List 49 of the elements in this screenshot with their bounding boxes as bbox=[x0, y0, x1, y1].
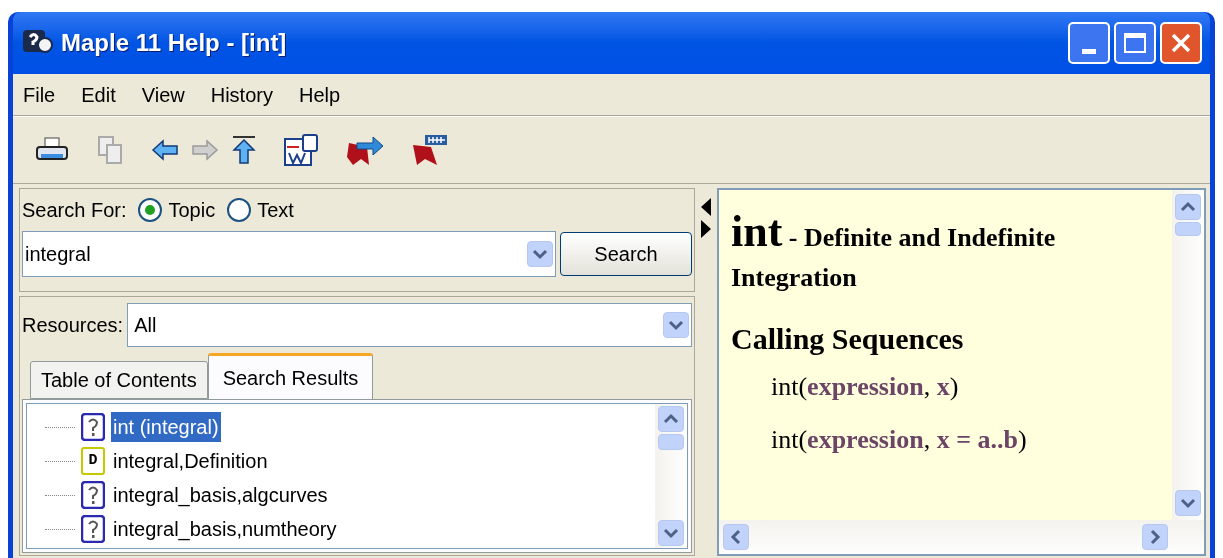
close-icon bbox=[1169, 31, 1193, 55]
dropdown-chevron-icon[interactable] bbox=[663, 312, 689, 338]
result-item[interactable]: integral_basis,numtheory bbox=[111, 514, 339, 544]
help-topic-icon bbox=[81, 515, 105, 543]
calling-sequence: int(expression, x) bbox=[770, 371, 960, 403]
search-combo-field[interactable]: integral bbox=[22, 231, 556, 277]
dropdown-chevron-icon[interactable] bbox=[527, 241, 553, 267]
help-topic-icon bbox=[81, 413, 105, 441]
scroll-up-icon[interactable] bbox=[1175, 194, 1201, 220]
menu-item[interactable]: History bbox=[210, 79, 273, 110]
back-arrow-icon[interactable] bbox=[151, 139, 179, 161]
maximize-button[interactable] bbox=[1114, 22, 1156, 64]
tab[interactable]: Search Results bbox=[207, 353, 374, 399]
export-arrow-icon[interactable] bbox=[345, 133, 385, 167]
up-arrow-icon[interactable] bbox=[231, 135, 257, 165]
menu-item[interactable]: Help bbox=[298, 79, 341, 110]
section-heading: Calling Sequences bbox=[731, 321, 965, 357]
help-topic-icon bbox=[81, 481, 105, 509]
menu-item[interactable]: View bbox=[141, 79, 185, 110]
definition-badge: D bbox=[81, 447, 105, 475]
scroll-up-icon[interactable] bbox=[658, 406, 684, 432]
vertical-scrollbar[interactable] bbox=[1172, 190, 1204, 520]
close-button[interactable] bbox=[1160, 22, 1202, 64]
table-export-icon[interactable] bbox=[411, 133, 449, 167]
topic-heading: int- Definite and Indefinite Integration bbox=[731, 212, 1057, 294]
result-item[interactable]: integral,Definition bbox=[111, 446, 270, 476]
search-button[interactable]: Search bbox=[560, 232, 692, 276]
resources-label: Resources: bbox=[22, 313, 124, 338]
search-for-label: Search For: bbox=[22, 198, 127, 223]
resources-dropdown[interactable]: All bbox=[127, 303, 692, 347]
radio-button[interactable]: Topic bbox=[138, 195, 216, 225]
scroll-left-icon[interactable] bbox=[723, 524, 749, 550]
scroll-thumb[interactable] bbox=[658, 434, 684, 450]
radio-button[interactable]: Text bbox=[227, 195, 294, 225]
tab[interactable]: Table of Contents bbox=[30, 361, 208, 399]
window-title: Maple 11 Help - [int] bbox=[61, 28, 287, 58]
worksheet-help-icon[interactable] bbox=[283, 133, 319, 167]
minimize-button[interactable] bbox=[1068, 22, 1110, 64]
horizontal-scrollbar[interactable] bbox=[719, 520, 1204, 554]
result-item[interactable]: int (integral) bbox=[111, 412, 221, 442]
scroll-down-icon[interactable] bbox=[1175, 490, 1201, 516]
menu-item[interactable]: File bbox=[23, 79, 56, 110]
scroll-right-icon[interactable] bbox=[1142, 524, 1168, 550]
scroll-down-icon[interactable] bbox=[658, 520, 684, 546]
result-item[interactable]: integral_basis,algcurves bbox=[111, 480, 330, 510]
scrollbar[interactable] bbox=[655, 404, 687, 548]
calling-sequence: int(expression, x = a..b) bbox=[770, 424, 1028, 456]
scroll-thumb[interactable] bbox=[1175, 222, 1201, 236]
menu-item[interactable]: Edit bbox=[81, 79, 116, 110]
